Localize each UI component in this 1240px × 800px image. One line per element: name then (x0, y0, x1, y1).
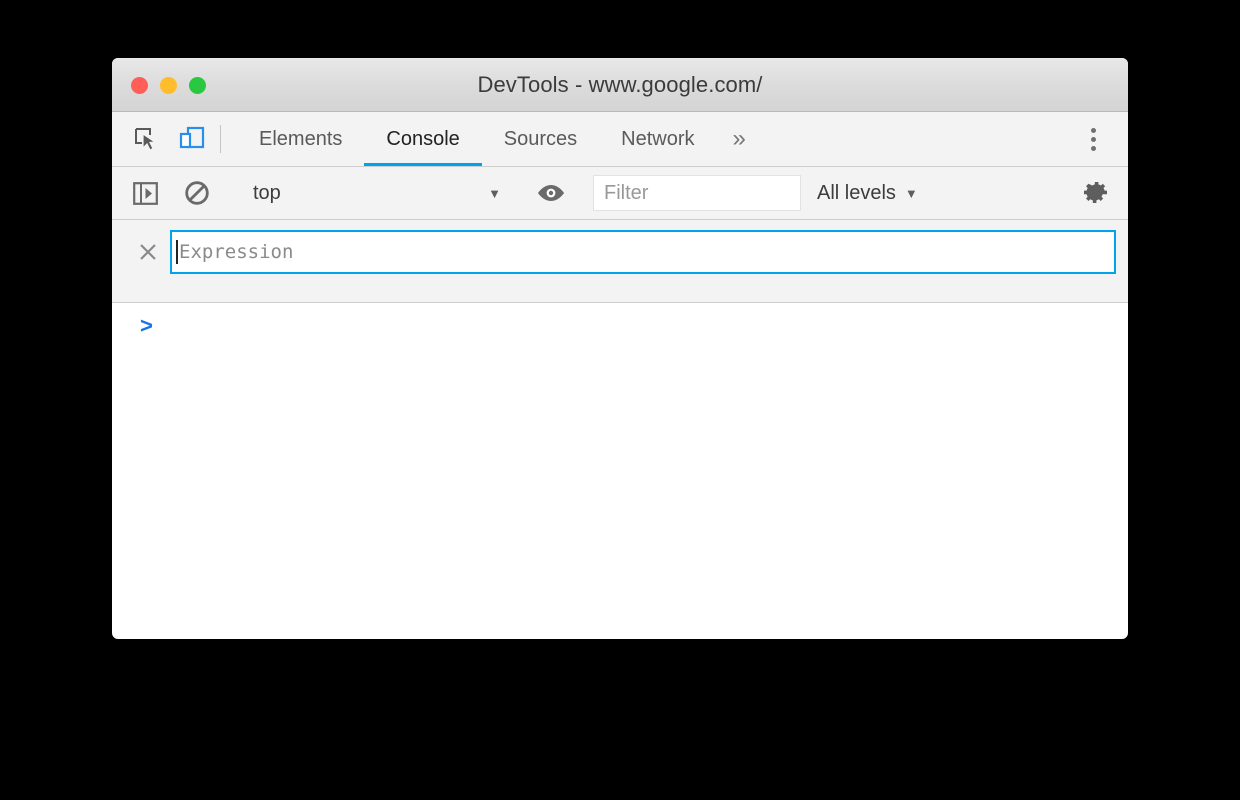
console-output-panel[interactable]: > (112, 303, 1128, 614)
filter-placeholder: Filter (604, 181, 649, 204)
maximize-button[interactable] (189, 77, 206, 94)
clear-console-icon[interactable] (180, 176, 214, 210)
tabbar-icon-group (112, 112, 208, 166)
log-level-selector[interactable]: All levels ▼ (817, 182, 918, 205)
traffic-lights (131, 77, 206, 94)
console-toolbar: top ▼ Filter All levels ▼ (112, 167, 1128, 220)
device-toolbar-icon[interactable] (176, 123, 208, 155)
tab-console-label: Console (386, 127, 460, 150)
window-title: DevTools - www.google.com/ (477, 71, 763, 97)
tabbar-right-group (1053, 112, 1128, 166)
gear-icon[interactable] (1078, 176, 1112, 210)
kebab-menu-icon[interactable] (1078, 123, 1108, 155)
more-tabs-chevron-icon[interactable]: » (717, 112, 762, 166)
console-toolbar-right (1053, 176, 1128, 210)
console-prompt-row[interactable]: > (112, 315, 1128, 343)
live-expression-row: Expression (124, 230, 1116, 274)
minimize-button[interactable] (160, 77, 177, 94)
live-expression-input[interactable]: Expression (170, 230, 1116, 274)
tab-sources[interactable]: Sources (482, 112, 599, 166)
tab-sources-label: Sources (503, 127, 578, 150)
tab-elements-label: Elements (259, 127, 343, 150)
eye-icon[interactable] (534, 176, 568, 210)
tabbar-tabs: Elements Console Sources Network » (237, 112, 762, 166)
window-titlebar: DevTools - www.google.com/ (112, 58, 1128, 112)
devtools-window: DevTools - www.google.com/ Elements Cons… (112, 58, 1128, 639)
tab-network-label: Network (621, 127, 695, 150)
log-level-label: All levels (817, 181, 896, 204)
live-expression-pane: Expression (112, 220, 1128, 303)
tab-network[interactable]: Network (599, 112, 716, 166)
live-expression-placeholder: Expression (179, 241, 294, 263)
filter-input[interactable]: Filter (593, 175, 801, 211)
execution-context-selector[interactable]: top ▼ (241, 176, 509, 210)
console-sidebar-toggle-icon[interactable] (128, 176, 162, 210)
chevron-down-icon: ▼ (904, 185, 918, 201)
inspect-element-icon[interactable] (130, 123, 162, 155)
console-prompt-icon: > (140, 313, 153, 338)
close-button[interactable] (131, 77, 148, 94)
devtools-tabbar: Elements Console Sources Network » (112, 112, 1128, 167)
chevron-down-icon: ▼ (488, 185, 501, 201)
text-caret (176, 240, 178, 264)
tab-console[interactable]: Console (364, 112, 483, 166)
close-icon[interactable] (134, 238, 162, 266)
execution-context-label: top (253, 181, 281, 204)
tab-elements[interactable]: Elements (237, 112, 364, 166)
tabbar-separator (220, 125, 221, 153)
